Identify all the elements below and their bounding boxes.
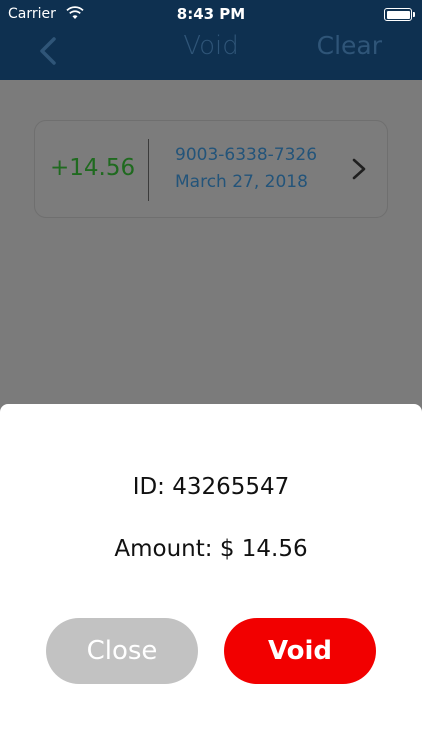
card-divider bbox=[148, 139, 149, 201]
void-button[interactable]: Void bbox=[224, 618, 376, 684]
status-bar: Carrier 8:43 PM bbox=[0, 0, 422, 28]
battery-icon bbox=[384, 8, 415, 21]
void-confirmation-sheet: ID: 43265547 Amount: $ 14.56 Close Void bbox=[0, 404, 422, 750]
close-button[interactable]: Close bbox=[46, 618, 198, 684]
transaction-id: ID: 43265547 bbox=[132, 474, 290, 500]
chevron-right-icon bbox=[352, 158, 366, 180]
transaction-date: March 27, 2018 bbox=[175, 172, 308, 192]
navigation-bar: Void Clear bbox=[0, 28, 422, 80]
transaction-amount-summary: Amount: $ 14.56 bbox=[114, 536, 308, 562]
clear-button[interactable]: Clear bbox=[317, 31, 382, 60]
transaction-card-number: 9003-6338-7326 bbox=[175, 145, 318, 165]
status-time: 8:43 PM bbox=[176, 5, 246, 23]
transaction-amount: +14.56 bbox=[50, 155, 136, 181]
transaction-card[interactable]: +14.56 9003-6338-7326 March 27, 2018 bbox=[34, 120, 388, 218]
